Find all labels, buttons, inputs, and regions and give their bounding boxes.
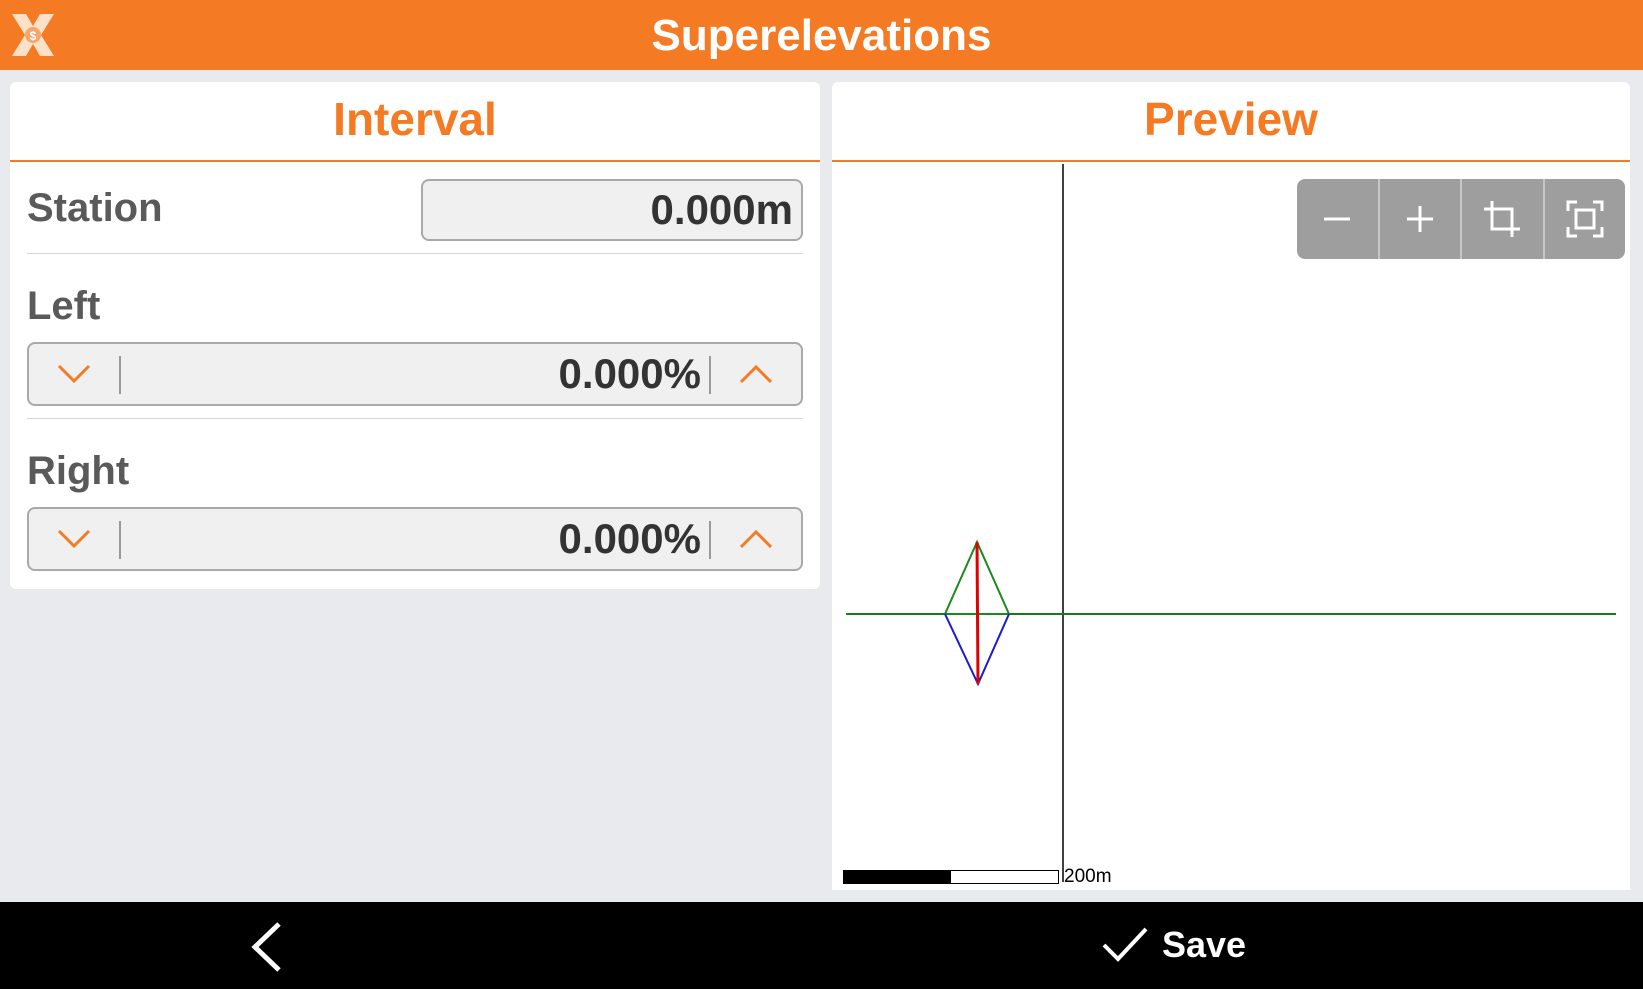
back-button[interactable] [245,920,295,974]
preview-canvas[interactable] [832,164,1630,890]
left-value-field[interactable]: 0.000% [129,344,701,404]
left-label: Left [27,284,101,328]
right-value-field[interactable]: 0.000% [129,509,701,569]
center-line [975,541,980,685]
divider [27,418,803,419]
crop-icon [1484,201,1521,237]
preview-panel: Preview 200m [832,82,1630,890]
interval-title: Interval [10,82,820,162]
zoom-in-button[interactable] [1380,179,1462,259]
separator [119,356,121,394]
chevron-down-icon [57,364,91,384]
map-toolbar [1297,179,1625,259]
bottom-bar: Save [0,902,1643,989]
right-stepper: 0.000% [27,507,803,571]
zoom-in-icon [1406,206,1433,232]
station-field[interactable]: 0.000m [421,179,803,241]
left-stepper: 0.000% [27,342,803,406]
page-title: Superelevations [651,11,992,60]
divider [27,253,803,254]
right-decrement-button[interactable] [29,509,119,569]
zoom-out-button[interactable] [1297,179,1380,259]
right-increment-button[interactable] [711,509,801,569]
fit-extent-icon [1566,200,1604,238]
preview-title: Preview [832,82,1630,162]
station-label: Station [27,186,163,230]
chevron-left-icon [251,922,281,972]
save-button[interactable]: Save [1100,914,1246,976]
save-label: Save [1162,924,1247,965]
check-icon [1102,927,1148,962]
interval-panel: Interval Station 0.000m Left 0.000% Righ… [10,82,820,589]
chevron-up-icon [739,364,773,384]
crop-button[interactable] [1462,179,1545,259]
fit-extent-button[interactable] [1545,179,1626,259]
left-increment-button[interactable] [711,344,801,404]
scale-bar-filled [844,871,951,883]
separator [119,521,121,559]
scale-label: 200m [1064,866,1112,887]
right-label: Right [27,449,130,493]
app-header: $ Superelevations [0,0,1643,70]
chevron-up-icon [739,529,773,549]
left-decrement-button[interactable] [29,344,119,404]
chevron-down-icon [57,529,91,549]
zoom-out-icon [1324,217,1351,221]
scale-bar [843,870,1059,884]
